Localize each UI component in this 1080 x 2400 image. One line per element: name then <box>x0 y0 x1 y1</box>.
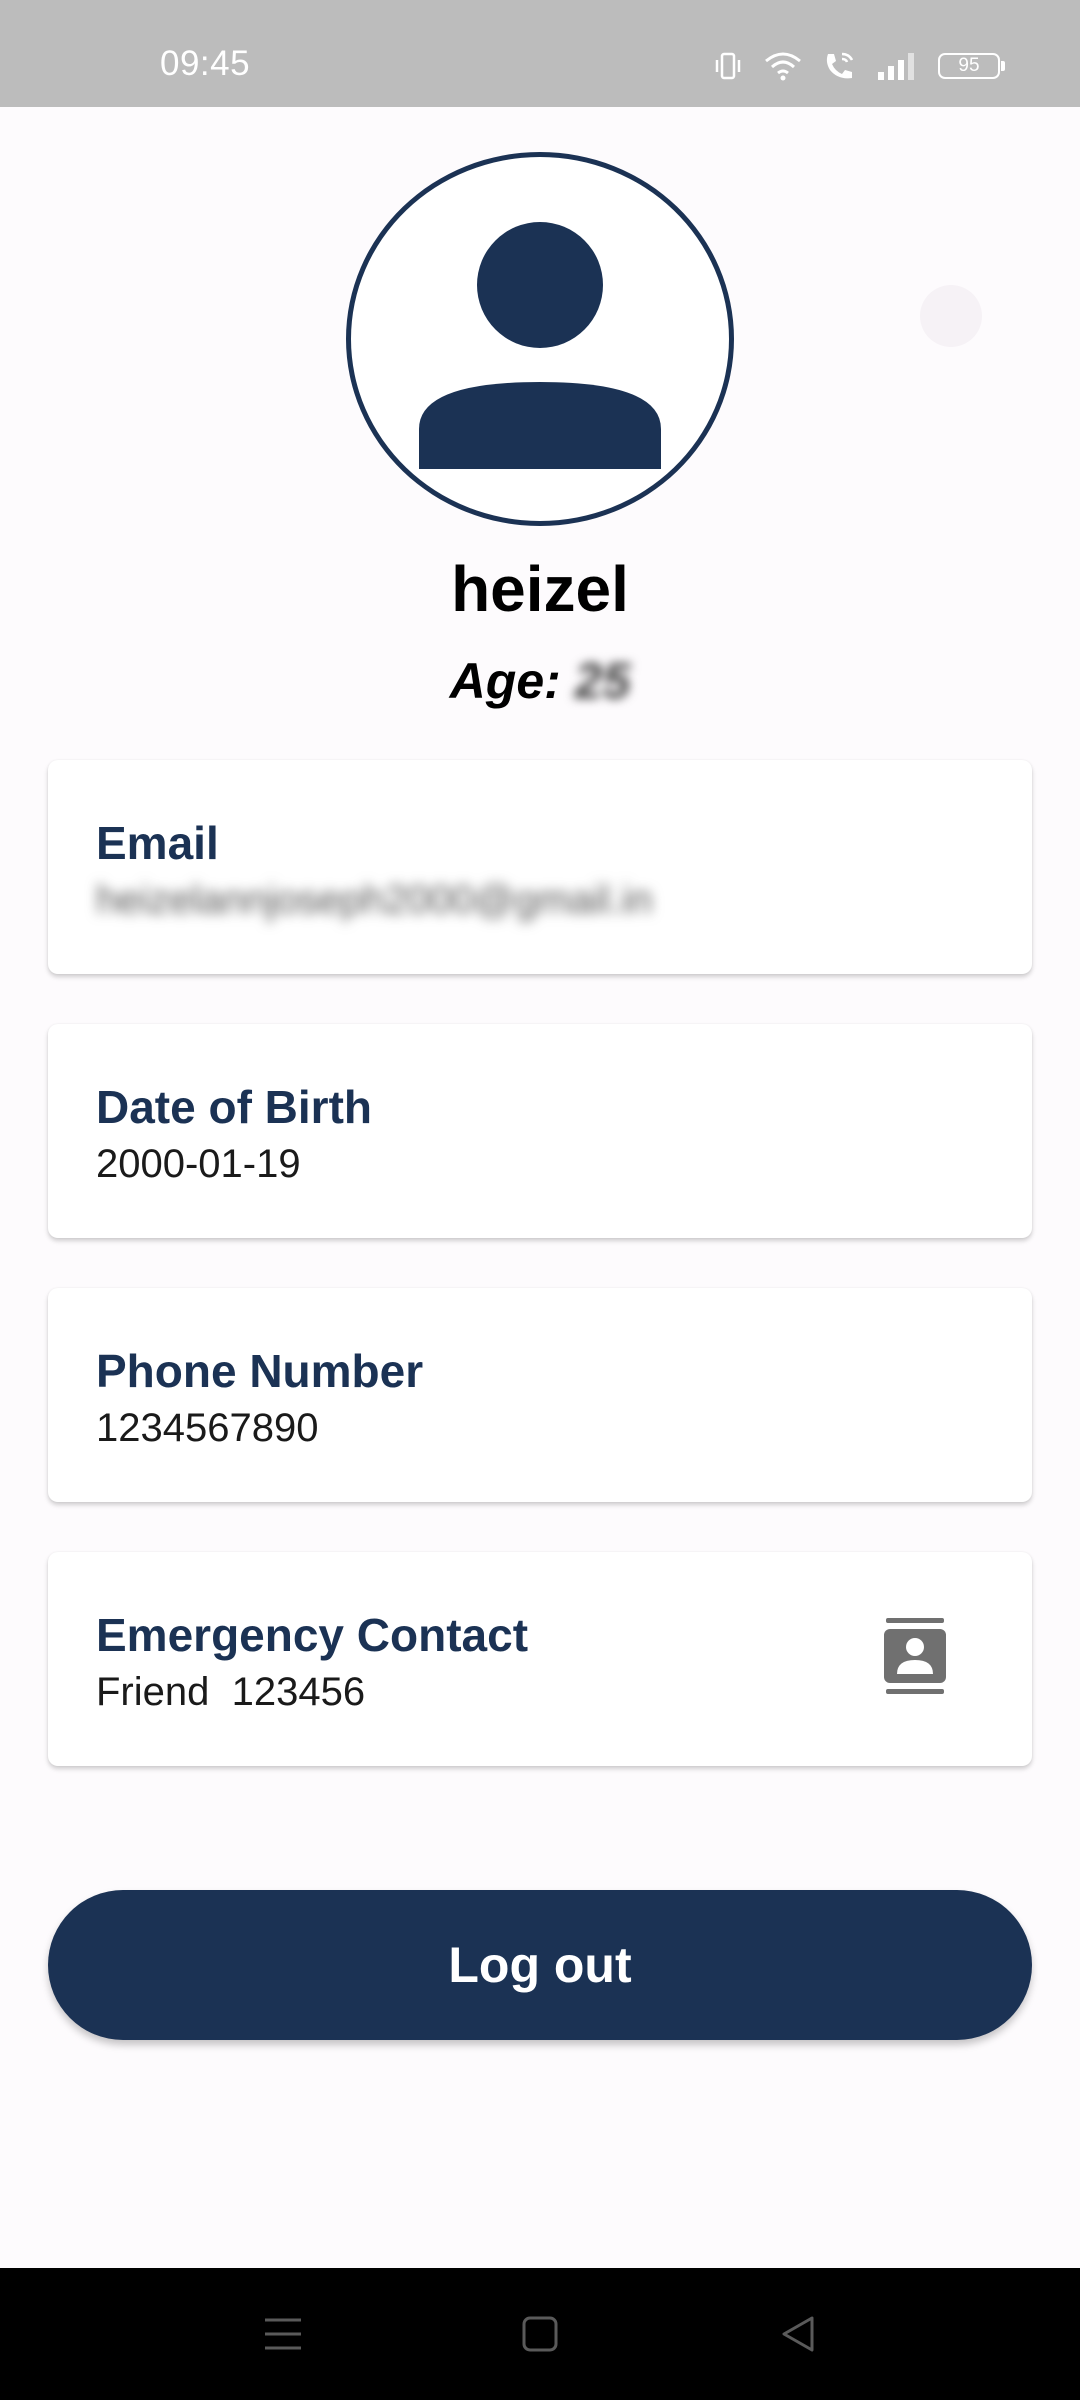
decorative-circle <box>920 285 982 347</box>
emergency-contact-label: Emergency Contact <box>96 1609 529 1661</box>
phone-card: Phone Number 1234567890 <box>48 1288 1032 1502</box>
age-label: Age: <box>449 653 561 709</box>
age-value: 25 <box>574 653 631 709</box>
battery-icon: 95 <box>938 53 1005 79</box>
status-time: 09:45 <box>160 44 251 83</box>
person-icon <box>419 222 661 469</box>
status-bar: 09:45 95 <box>0 0 1080 107</box>
dob-card: Date of Birth 2000-01-19 <box>48 1024 1032 1238</box>
signal-icon <box>876 50 918 82</box>
emergency-contact-card[interactable]: Emergency Contact Friend 123456 <box>48 1552 1032 1766</box>
dob-value: 2000-01-19 <box>96 1142 301 1186</box>
email-value: heizelannjoseph2000@gmail.in <box>96 878 653 922</box>
profile-name: heizel <box>451 553 629 625</box>
phone-value: 1234567890 <box>96 1406 319 1450</box>
dob-label: Date of Birth <box>96 1081 372 1133</box>
menu-icon[interactable] <box>223 2268 343 2400</box>
status-icons: 95 <box>712 46 1005 86</box>
email-label: Email <box>96 817 219 869</box>
wifi-icon <box>764 50 802 82</box>
contact-book-icon[interactable] <box>884 1618 946 1694</box>
home-square-icon[interactable] <box>480 2268 600 2400</box>
logout-button[interactable]: Log out <box>48 1890 1032 2040</box>
system-nav-bar <box>0 2268 1080 2400</box>
age-row: Age: 25 <box>0 652 1080 710</box>
vibrate-icon <box>712 50 744 82</box>
emergency-contact-value: Friend 123456 <box>96 1670 366 1714</box>
email-card: Email heizelannjoseph2000@gmail.in <box>48 760 1032 974</box>
profile-avatar <box>346 152 734 526</box>
wifi-call-icon <box>822 50 856 82</box>
back-triangle-icon[interactable] <box>738 2268 858 2400</box>
phone-label: Phone Number <box>96 1345 424 1397</box>
